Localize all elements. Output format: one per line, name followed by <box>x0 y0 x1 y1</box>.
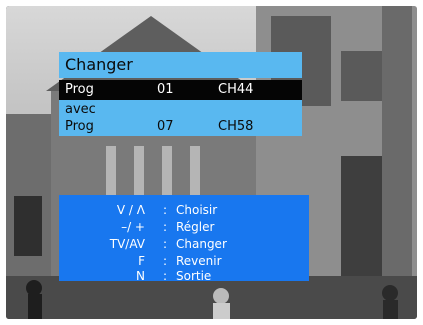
help-key: –/ + <box>121 220 145 234</box>
target-program-number: 07 <box>157 119 174 134</box>
help-separator: : <box>162 269 168 283</box>
help-item-choose: V / Λ : Choisir <box>59 202 309 219</box>
help-action: Choisir <box>176 203 218 217</box>
help-separator: : <box>162 220 168 234</box>
panel-title: Changer <box>59 52 302 78</box>
help-key: N <box>136 269 145 283</box>
help-action: Sortie <box>176 269 212 283</box>
selected-program-row[interactable]: Prog 01 CH44 <box>59 80 302 100</box>
change-program-panel: Changer Prog 01 CH44 avec Prog 07 CH58 <box>59 52 302 136</box>
with-label-row: avec <box>59 100 302 120</box>
help-item-change: TV/AV : Changer <box>59 236 309 253</box>
target-program-row[interactable]: Prog 07 CH58 <box>59 118 302 136</box>
help-separator: : <box>162 203 168 217</box>
target-program-channel: CH58 <box>218 119 254 134</box>
selected-program-channel: CH44 <box>218 82 254 97</box>
selected-program-label: Prog <box>65 82 94 97</box>
controls-help-panel: V / Λ : Choisir –/ + : Régler TV/AV : Ch… <box>59 195 309 283</box>
help-action: Changer <box>176 237 227 251</box>
selected-program-number: 01 <box>157 82 174 97</box>
help-key: TV/AV <box>109 237 145 251</box>
help-item-exit: N : Sortie <box>59 268 309 285</box>
help-separator: : <box>162 237 168 251</box>
help-action: Régler <box>176 220 215 234</box>
target-program-label: Prog <box>65 119 94 134</box>
with-label: avec <box>65 102 96 117</box>
help-key: V / Λ <box>116 203 145 217</box>
help-item-adjust: –/ + : Régler <box>59 219 309 236</box>
